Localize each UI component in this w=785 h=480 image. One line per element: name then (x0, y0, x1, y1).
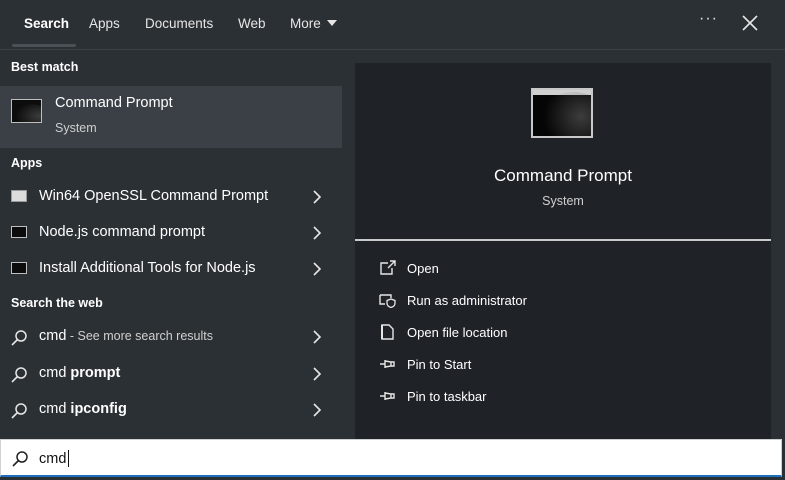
command-prompt-icon (531, 88, 593, 138)
chevron-right-icon[interactable] (312, 367, 322, 381)
file-icon (381, 324, 394, 340)
app-label: Win64 OpenSSL Command Prompt (39, 188, 269, 204)
app-label: Install Additional Tools for Node.js (39, 260, 256, 276)
tab-more-label: More (290, 16, 321, 31)
action-label: Pin to Start (407, 357, 472, 372)
results-list: Best match Command Prompt System Apps Wi… (0, 51, 342, 439)
chevron-right-icon[interactable] (312, 190, 322, 204)
chevron-right-icon[interactable] (312, 403, 322, 417)
list-item[interactable]: Install Additional Tools for Node.js (0, 252, 342, 286)
web-result-label: cmd - See more search results (39, 328, 213, 344)
search-box[interactable] (0, 439, 782, 477)
action-label: Pin to taskbar (407, 389, 487, 404)
tab-apps[interactable]: Apps (89, 16, 120, 31)
chevron-right-icon[interactable] (312, 330, 322, 344)
nodejs-tools-icon (11, 262, 27, 274)
web-result[interactable]: cmd ipconfig (0, 393, 342, 427)
action-label: Open file location (407, 325, 508, 340)
detail-pane: Command Prompt System Open Run as admini… (355, 63, 771, 439)
detail-subtitle: System (542, 194, 584, 208)
web-term: cmd (39, 328, 67, 344)
web-result[interactable]: cmd prompt (0, 357, 342, 391)
open-file-location-action[interactable]: Open file location (379, 320, 749, 346)
pin-to-start-action[interactable]: Pin to Start (379, 352, 749, 378)
detail-title: Command Prompt (494, 166, 632, 185)
command-prompt-icon (11, 99, 42, 123)
search-icon (11, 330, 27, 346)
shield-icon (379, 294, 396, 308)
web-term: cmd (39, 365, 71, 381)
search-icon (12, 451, 28, 467)
action-label: Run as administrator (407, 293, 527, 308)
pin-to-taskbar-action[interactable]: Pin to taskbar (379, 384, 749, 410)
open-external-icon (380, 260, 396, 275)
ellipsis-icon[interactable]: ··· (699, 10, 718, 28)
nodejs-prompt-icon (11, 226, 27, 238)
web-result[interactable]: cmd - See more search results (0, 320, 342, 354)
web-result-label: cmd ipconfig (39, 401, 127, 417)
search-icon (11, 367, 27, 383)
list-item[interactable]: Node.js command prompt (0, 216, 342, 250)
chevron-right-icon[interactable] (312, 226, 322, 240)
text-caret (68, 450, 69, 467)
app-label: Node.js command prompt (39, 224, 206, 240)
list-item[interactable]: Win64 OpenSSL Command Prompt (0, 180, 342, 214)
best-match-item[interactable]: Command Prompt System (0, 86, 342, 148)
tab-search[interactable]: Search (24, 16, 69, 31)
web-term: cmd (39, 401, 71, 417)
search-input[interactable] (39, 449, 739, 469)
chevron-right-icon[interactable] (312, 262, 322, 276)
apps-heading: Apps (11, 156, 43, 170)
action-label: Open (407, 261, 439, 276)
tab-web[interactable]: Web (238, 16, 266, 31)
best-match-subtitle: System (55, 121, 97, 135)
search-icon (11, 403, 27, 419)
best-match-heading: Best match (11, 60, 79, 74)
openssl-app-icon (11, 190, 27, 202)
run-as-admin-action[interactable]: Run as administrator (379, 288, 749, 314)
web-heading: Search the web (11, 296, 103, 310)
close-icon[interactable] (741, 14, 759, 32)
active-tab-indicator (12, 44, 76, 47)
tab-documents[interactable]: Documents (145, 16, 213, 31)
open-action[interactable]: Open (379, 256, 749, 282)
web-bold-term: prompt (70, 365, 121, 381)
pin-icon (380, 392, 395, 400)
web-result-label: cmd prompt (39, 365, 120, 381)
chevron-down-icon (326, 20, 337, 26)
divider (355, 239, 771, 241)
pin-icon (380, 360, 395, 368)
best-match-title: Command Prompt (55, 95, 173, 111)
tab-more[interactable]: More (290, 16, 337, 31)
top-tab-bar: Search Apps Documents Web More ··· (0, 0, 785, 50)
web-suffix: - See more search results (66, 329, 213, 343)
web-bold-term: ipconfig (70, 401, 127, 417)
